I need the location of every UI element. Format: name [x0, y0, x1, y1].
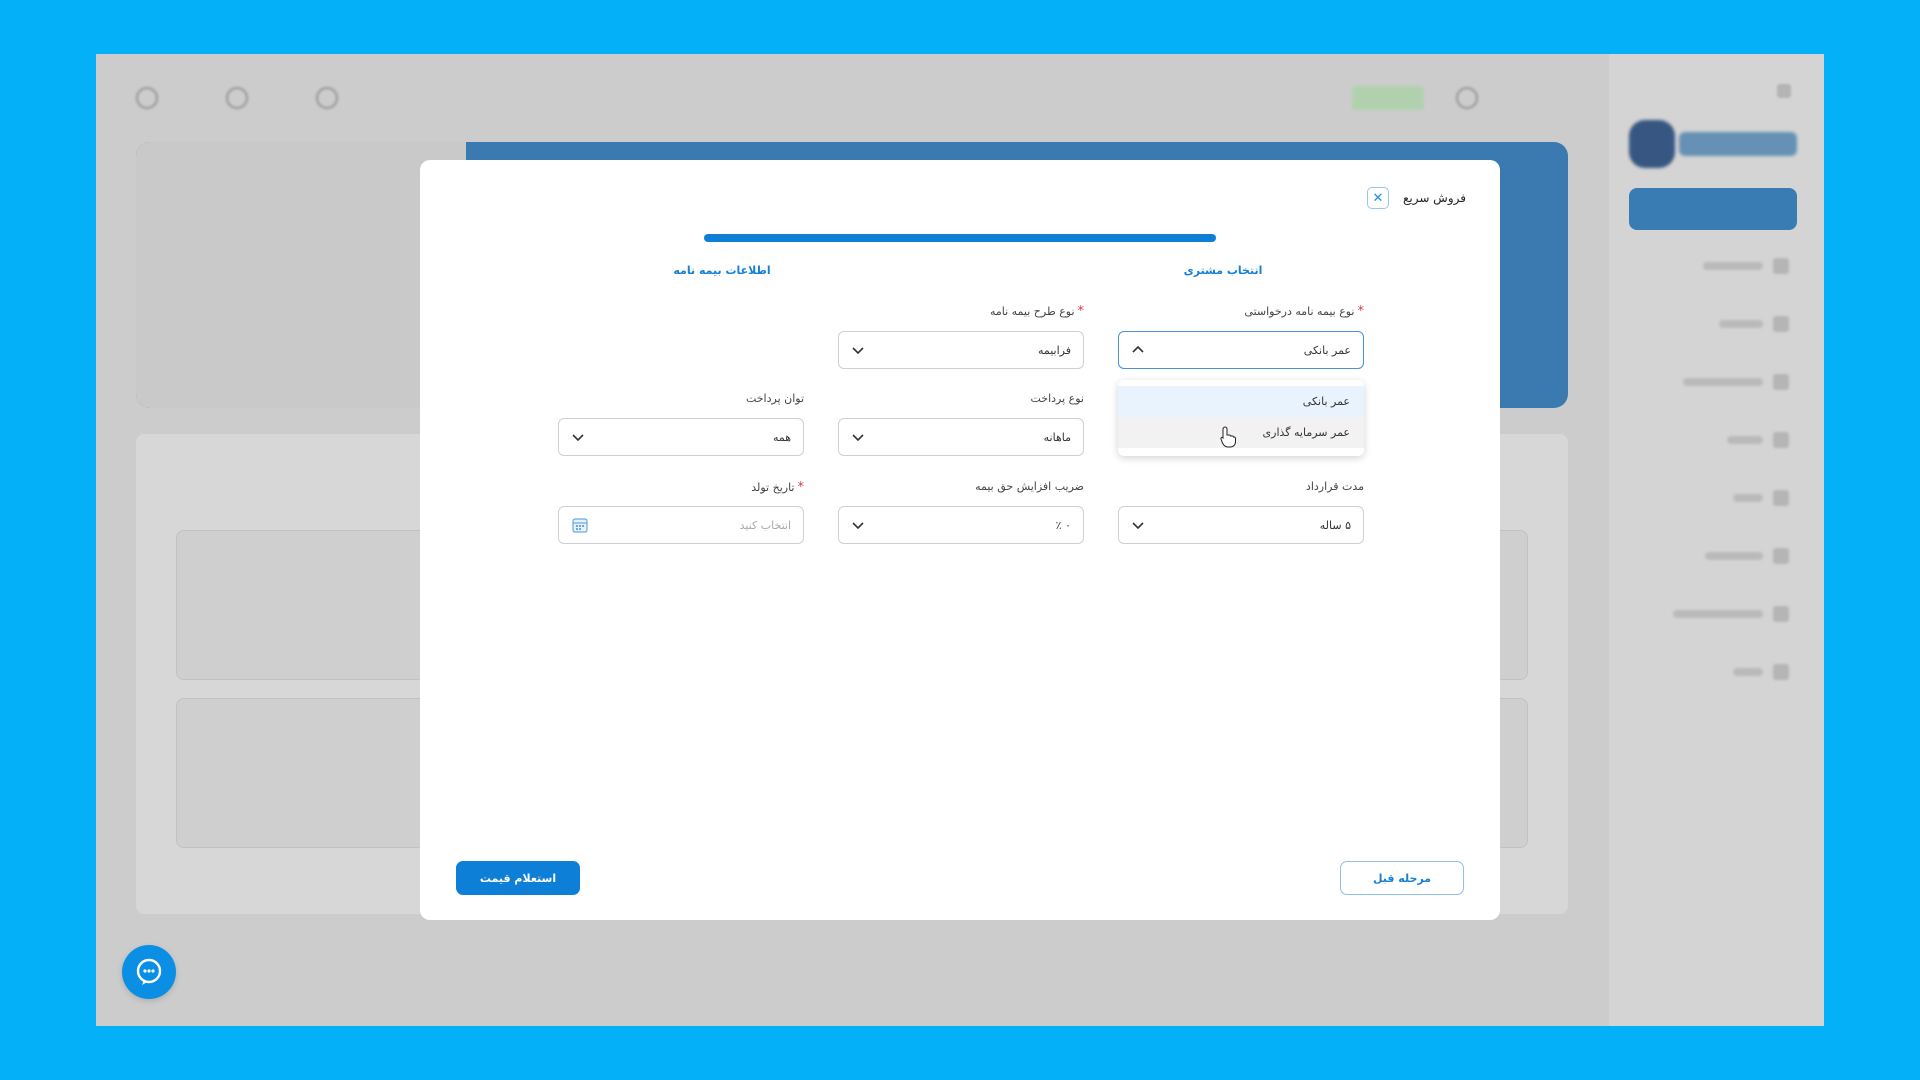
modal-header: فروش سریع ✕	[1366, 186, 1466, 210]
payment-ability-value: همه	[772, 430, 791, 444]
birth-date-field[interactable]: انتخاب کنید	[558, 506, 804, 544]
price-inquiry-button[interactable]: استعلام قیمت	[456, 861, 580, 895]
required-mark: *	[1357, 304, 1365, 319]
hand-cursor-icon	[1220, 426, 1236, 448]
step-select-customer[interactable]: انتخاب مشتری	[1178, 264, 1268, 277]
contract-duration-select[interactable]: ۵ ساله	[1118, 506, 1364, 544]
contract-duration-label: مدت قرارداد	[1305, 480, 1364, 493]
plan-type-label: *نوع طرح بیمه نامه	[838, 304, 1084, 319]
modal-title: فروش سریع	[1402, 191, 1466, 205]
birth-date-label: *تاریخ تولد	[558, 480, 804, 495]
payment-type-select[interactable]: ماهانه	[838, 418, 1084, 456]
payment-ability-select[interactable]: همه	[558, 418, 804, 456]
required-mark: *	[797, 480, 805, 495]
close-button[interactable]: ✕	[1366, 187, 1389, 209]
calendar-icon[interactable]	[571, 516, 589, 534]
required-mark: *	[1077, 304, 1085, 319]
payment-ability-label: توان پرداخت	[745, 392, 804, 405]
step-progress-fill	[704, 234, 1216, 242]
chat-button[interactable]	[122, 945, 176, 999]
policy-type-label: *نوع بیمه نامه درخواستی	[1118, 304, 1364, 319]
plan-type-label-text: نوع طرح بیمه نامه	[989, 305, 1075, 318]
premium-increase-select[interactable]: ۰ ٪	[838, 506, 1084, 544]
step-policy-info[interactable]: اطلاعات بیمه نامه	[667, 264, 777, 277]
plan-type-select[interactable]: فرابیمه	[838, 331, 1084, 369]
policy-type-select[interactable]: عمر بانکی	[1118, 331, 1364, 369]
contract-duration-value: ۵ ساله	[1319, 518, 1351, 532]
step-progress	[704, 234, 1216, 242]
chevron-down-icon	[852, 522, 864, 530]
policy-type-label-text: نوع بیمه نامه درخواستی	[1244, 305, 1355, 318]
quick-sale-modal: فروش سریع ✕ انتخاب مشتری اطلاعات بیمه نا…	[420, 160, 1500, 920]
plan-type-value: فرابیمه	[1037, 343, 1071, 357]
birth-date-placeholder: انتخاب کنید	[739, 518, 791, 532]
premium-increase-label: ضریب افزایش حق بیمه	[975, 480, 1084, 493]
payment-type-value: ماهانه	[1043, 430, 1071, 444]
chat-bubble-icon	[136, 958, 162, 985]
prev-step-button[interactable]: مرحله قبل	[1340, 861, 1464, 895]
chevron-down-icon	[572, 434, 584, 442]
dropdown-option[interactable]: عمر سرمایه گذاری	[1118, 417, 1364, 448]
chevron-down-icon	[1132, 522, 1144, 530]
chevron-down-icon	[852, 347, 864, 355]
policy-type-dropdown: عمر بانکی عمر سرمایه گذاری	[1118, 380, 1364, 456]
chevron-down-icon	[852, 434, 864, 442]
premium-increase-value: ۰ ٪	[1055, 518, 1071, 532]
payment-type-label: نوع پرداخت	[1030, 392, 1085, 405]
chevron-up-icon	[1132, 345, 1144, 353]
dropdown-option[interactable]: عمر بانکی	[1118, 386, 1364, 417]
birth-date-label-text: تاریخ تولد	[751, 481, 795, 494]
policy-type-value: عمر بانکی	[1303, 343, 1351, 357]
